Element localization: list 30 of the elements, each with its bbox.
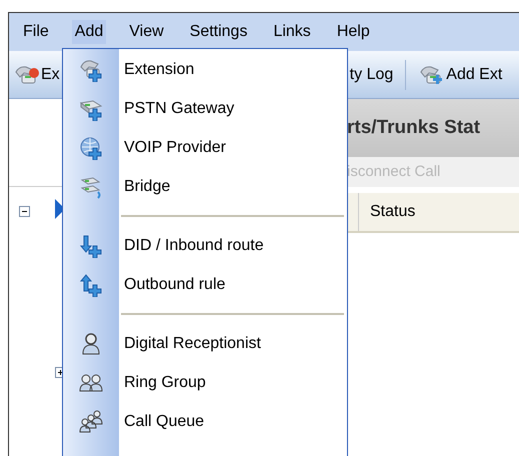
menu-item[interactable]: View: [126, 20, 167, 44]
menu-item[interactable]: Help: [334, 20, 373, 44]
toolbar-button[interactable]: Add Ext: [418, 60, 502, 90]
menu-option[interactable]: PSTN Gateway: [63, 89, 347, 128]
phone-icon: [418, 64, 444, 86]
devices-icon: [79, 174, 103, 198]
arrow-down-plus-icon: [79, 234, 103, 258]
panel-title: rts/Trunks Stat: [347, 116, 480, 140]
menu-option[interactable]: Outbound rule: [63, 265, 347, 304]
people-row-icon: [79, 410, 103, 434]
menu-option[interactable]: Digital Receptionist: [63, 324, 347, 363]
menu-option[interactable]: Call Queue: [63, 402, 347, 441]
menu-option[interactable]: Extension: [63, 50, 347, 89]
arrow-up-plus-icon: [79, 272, 103, 296]
menu-item[interactable]: Settings: [186, 20, 250, 44]
collapse-icon[interactable]: [19, 206, 30, 217]
menu-option[interactable]: DID / Inbound route: [63, 226, 347, 265]
triangle-icon: [55, 199, 65, 219]
globe-plus-icon: [79, 136, 103, 160]
phone-icon: [13, 64, 39, 86]
column-header[interactable]: Status: [370, 200, 416, 224]
menu-option[interactable]: VOIP Provider: [63, 128, 347, 167]
menu-option[interactable]: Bridge: [63, 167, 347, 206]
toolbar-button[interactable]: Ex: [13, 60, 60, 90]
menu-item[interactable]: File: [20, 20, 52, 44]
phone-plus-icon: [79, 58, 103, 82]
toolbar-button[interactable]: ty Log: [350, 60, 394, 90]
menu-option[interactable]: Ring Group: [63, 363, 347, 402]
menu-item[interactable]: Add: [72, 20, 106, 44]
menu-item[interactable]: Links: [270, 20, 314, 44]
